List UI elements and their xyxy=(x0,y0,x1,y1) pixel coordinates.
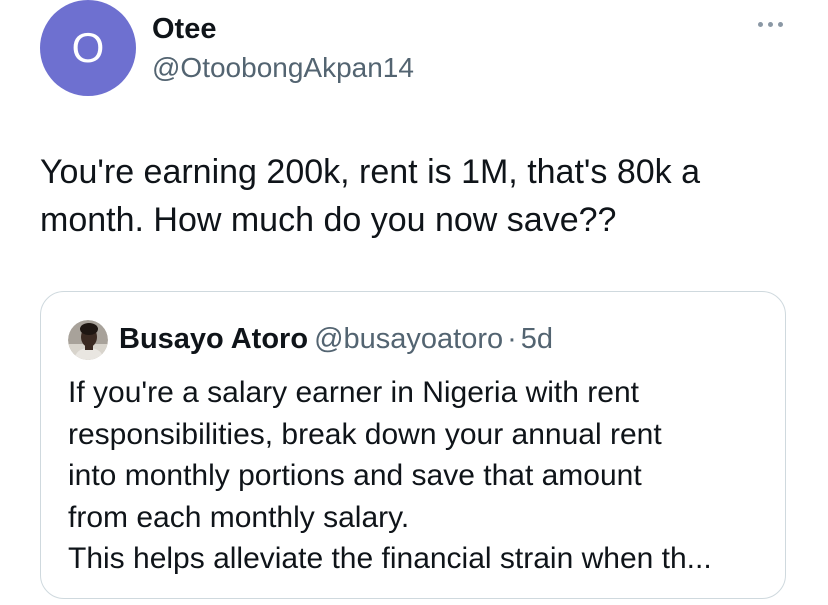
tweet-text-line: month. How much do you now save?? xyxy=(40,201,617,239)
tweet-text: You're earning 200k, rent is 1M, that's … xyxy=(40,148,800,244)
avatar-photo-icon xyxy=(68,320,108,360)
quoted-tweet-card[interactable]: Busayo Atoro @busayoatoro · 5d If you're a … xyxy=(40,291,786,599)
tweet: O Otee @OtoobongAkpan14 You're earning 2… xyxy=(0,0,828,605)
author-avatar[interactable]: O xyxy=(40,0,136,96)
quote-author-avatar[interactable] xyxy=(68,320,108,360)
quote-text-line: from each monthly salary. xyxy=(68,500,410,534)
avatar-initial: O xyxy=(71,24,105,71)
tweet-text-line: You're earning 200k, rent is 1M, that's … xyxy=(40,153,701,191)
quote-timestamp[interactable]: 5d xyxy=(521,323,553,355)
quote-text-line: If you're a salary earner in Nigeria wit… xyxy=(68,376,639,409)
author-display-name[interactable]: Otee xyxy=(152,12,216,46)
more-options-button[interactable] xyxy=(750,12,790,36)
more-icon-dot xyxy=(777,21,783,27)
quote-author-name[interactable]: Busayo Atoro xyxy=(119,323,308,355)
quote-text: If you're a salary earner in Nigeria wit… xyxy=(68,372,768,580)
quote-text-line: This helps alleviate the financial strai… xyxy=(68,542,712,575)
more-icon-dot xyxy=(767,21,773,27)
quote-text-line: into monthly portions and save that amou… xyxy=(68,459,642,492)
quote-text-line: responsibilities, break down your annual… xyxy=(68,417,662,451)
author-handle[interactable]: @OtoobongAkpan14 xyxy=(152,52,414,84)
quote-separator: · xyxy=(507,323,517,355)
more-icon-dot xyxy=(757,21,763,27)
quote-header: Busayo Atoro @busayoatoro · 5d xyxy=(119,321,553,357)
quote-author-handle[interactable]: @busayoatoro xyxy=(314,323,503,355)
